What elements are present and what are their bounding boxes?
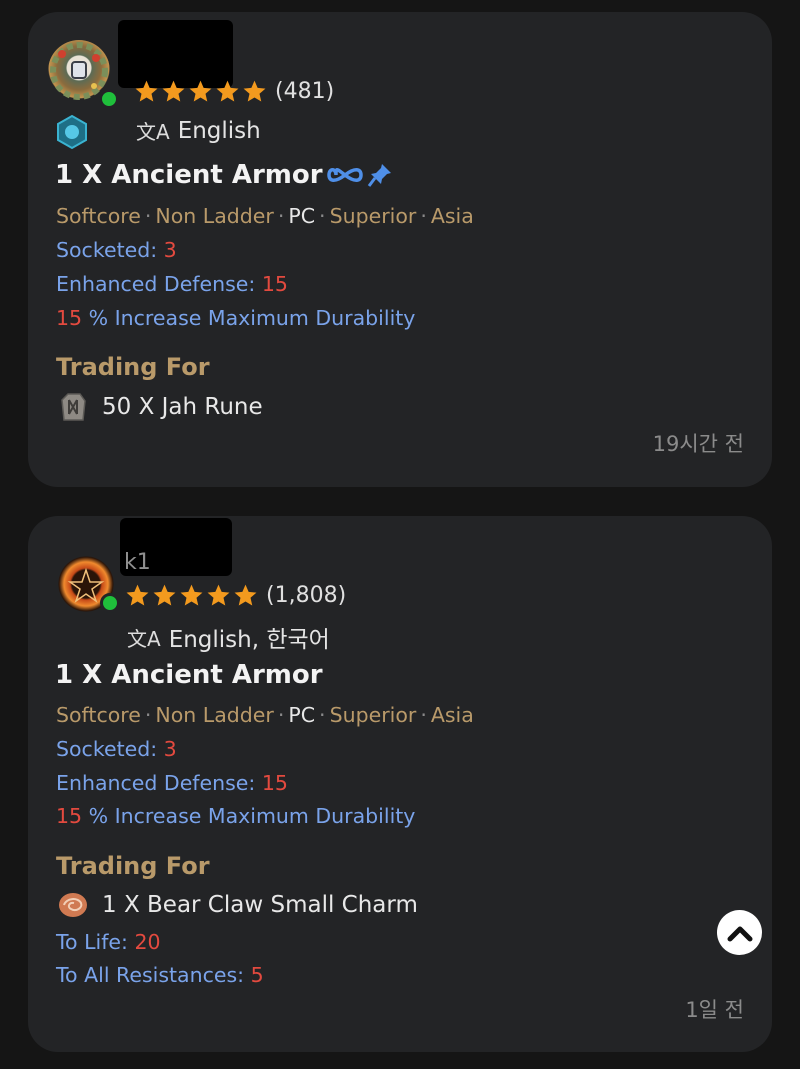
stat-label: To All Resistances: xyxy=(56,963,251,987)
listing-card-2[interactable]: k1 (1,808) 文A English, 한국어 1 X Ancient A… xyxy=(28,516,772,1052)
star-icon xyxy=(216,80,239,101)
listing-card-1[interactable]: (481) 文A English 1 X Ancient Armor Softc… xyxy=(28,12,772,487)
listing-time: 19시간 전 xyxy=(652,432,744,456)
item-tags: Softcore · Non Ladder · PC · Superior · Asia xyxy=(56,204,474,228)
translate-icon: 文A xyxy=(136,120,170,144)
star-icon xyxy=(162,80,185,101)
online-status-dot xyxy=(100,593,120,613)
stat-value: 5 xyxy=(250,963,264,987)
languages-text: English xyxy=(177,117,261,144)
star-icon xyxy=(135,80,158,101)
stat-enhanced-defense: Enhanced Defense: 15 xyxy=(56,771,288,795)
seller-languages: 文A English xyxy=(136,116,261,145)
stat-label: % Increase Maximum Durability xyxy=(82,306,416,330)
trade-stat-resistances: To All Resistances: 5 xyxy=(56,963,264,987)
rating-count: (481) xyxy=(275,78,335,104)
tag-platform: PC xyxy=(288,204,316,228)
stat-value: 20 xyxy=(134,930,161,954)
item-title-text: 1 X Ancient Armor xyxy=(55,160,323,190)
tag-softcore: Softcore xyxy=(56,703,141,727)
stat-label: Enhanced Defense: xyxy=(56,272,262,296)
trading-for-heading: Trading For xyxy=(56,353,210,381)
tag-softcore: Softcore xyxy=(56,204,141,228)
trade-item[interactable]: 1 X Bear Claw Small Charm xyxy=(56,888,418,922)
trade-item[interactable]: 50 X Jah Rune xyxy=(56,390,263,424)
stat-value: 15 xyxy=(56,804,83,828)
stat-durability: 15 % Increase Maximum Durability xyxy=(56,306,415,330)
stat-socketed: Socketed: 3 xyxy=(56,737,177,761)
stat-label: % Increase Maximum Durability xyxy=(82,804,416,828)
stat-label: Socketed: xyxy=(56,737,164,761)
tag-region: Asia xyxy=(430,204,474,228)
star-icon xyxy=(234,584,257,605)
listing-time: 1일 전 xyxy=(685,998,744,1022)
scroll-to-top-button[interactable] xyxy=(717,910,762,955)
stat-value: 3 xyxy=(163,737,177,761)
trading-for-heading: Trading For xyxy=(56,852,210,880)
trade-item-text: 1 X Bear Claw Small Charm xyxy=(102,892,418,918)
online-status-dot xyxy=(99,89,119,109)
jah-rune-icon xyxy=(61,393,86,421)
stat-value: 15 xyxy=(56,306,83,330)
seller-languages: 文A English, 한국어 xyxy=(127,620,330,654)
seller-rating: (481) xyxy=(134,78,334,104)
star-icon xyxy=(189,80,212,101)
tag-ladder: Non Ladder xyxy=(155,204,274,228)
tag-quality: Superior xyxy=(329,703,417,727)
rating-stars xyxy=(134,79,269,104)
stat-enhanced-defense: Enhanced Defense: 15 xyxy=(56,272,288,296)
stat-label: To Life: xyxy=(56,930,135,954)
stat-value: 3 xyxy=(163,238,177,262)
seller-rank-badge-icon xyxy=(54,114,90,150)
rating-stars xyxy=(125,583,260,608)
trade-stat-life: To Life: 20 xyxy=(56,930,161,954)
stat-label: Socketed: xyxy=(56,238,164,262)
star-icon xyxy=(180,584,203,605)
item-title-text: 1 X Ancient Armor xyxy=(55,660,323,690)
tag-quality: Superior xyxy=(329,204,417,228)
tag-ladder: Non Ladder xyxy=(155,703,274,727)
stat-socketed: Socketed: 3 xyxy=(56,238,177,262)
item-tags: Softcore · Non Ladder · PC · Superior · Asia xyxy=(56,703,474,727)
languages-text: English, 한국어 xyxy=(168,627,330,653)
bear-claw-charm-icon xyxy=(59,893,87,917)
pin-icon xyxy=(367,164,391,187)
stat-value: 15 xyxy=(261,272,288,296)
star-icon xyxy=(153,584,176,605)
infinity-icon xyxy=(326,168,363,182)
item-title[interactable]: 1 X Ancient Armor xyxy=(55,660,323,690)
seller-rating: (1,808) xyxy=(125,582,346,608)
stat-label: Enhanced Defense: xyxy=(56,771,262,795)
seller-name[interactable]: k1 xyxy=(124,550,151,575)
star-icon xyxy=(243,80,266,101)
stat-value: 15 xyxy=(261,771,288,795)
rating-count: (1,808) xyxy=(266,582,347,608)
stat-durability: 15 % Increase Maximum Durability xyxy=(56,804,415,828)
chevron-up-icon xyxy=(727,926,752,941)
star-icon xyxy=(126,584,149,605)
tag-region: Asia xyxy=(430,703,474,727)
translate-icon: 文A xyxy=(127,626,161,651)
star-icon xyxy=(207,584,230,605)
item-title[interactable]: 1 X Ancient Armor xyxy=(55,160,393,190)
tag-platform: PC xyxy=(288,703,316,727)
trade-item-text: 50 X Jah Rune xyxy=(102,394,263,420)
